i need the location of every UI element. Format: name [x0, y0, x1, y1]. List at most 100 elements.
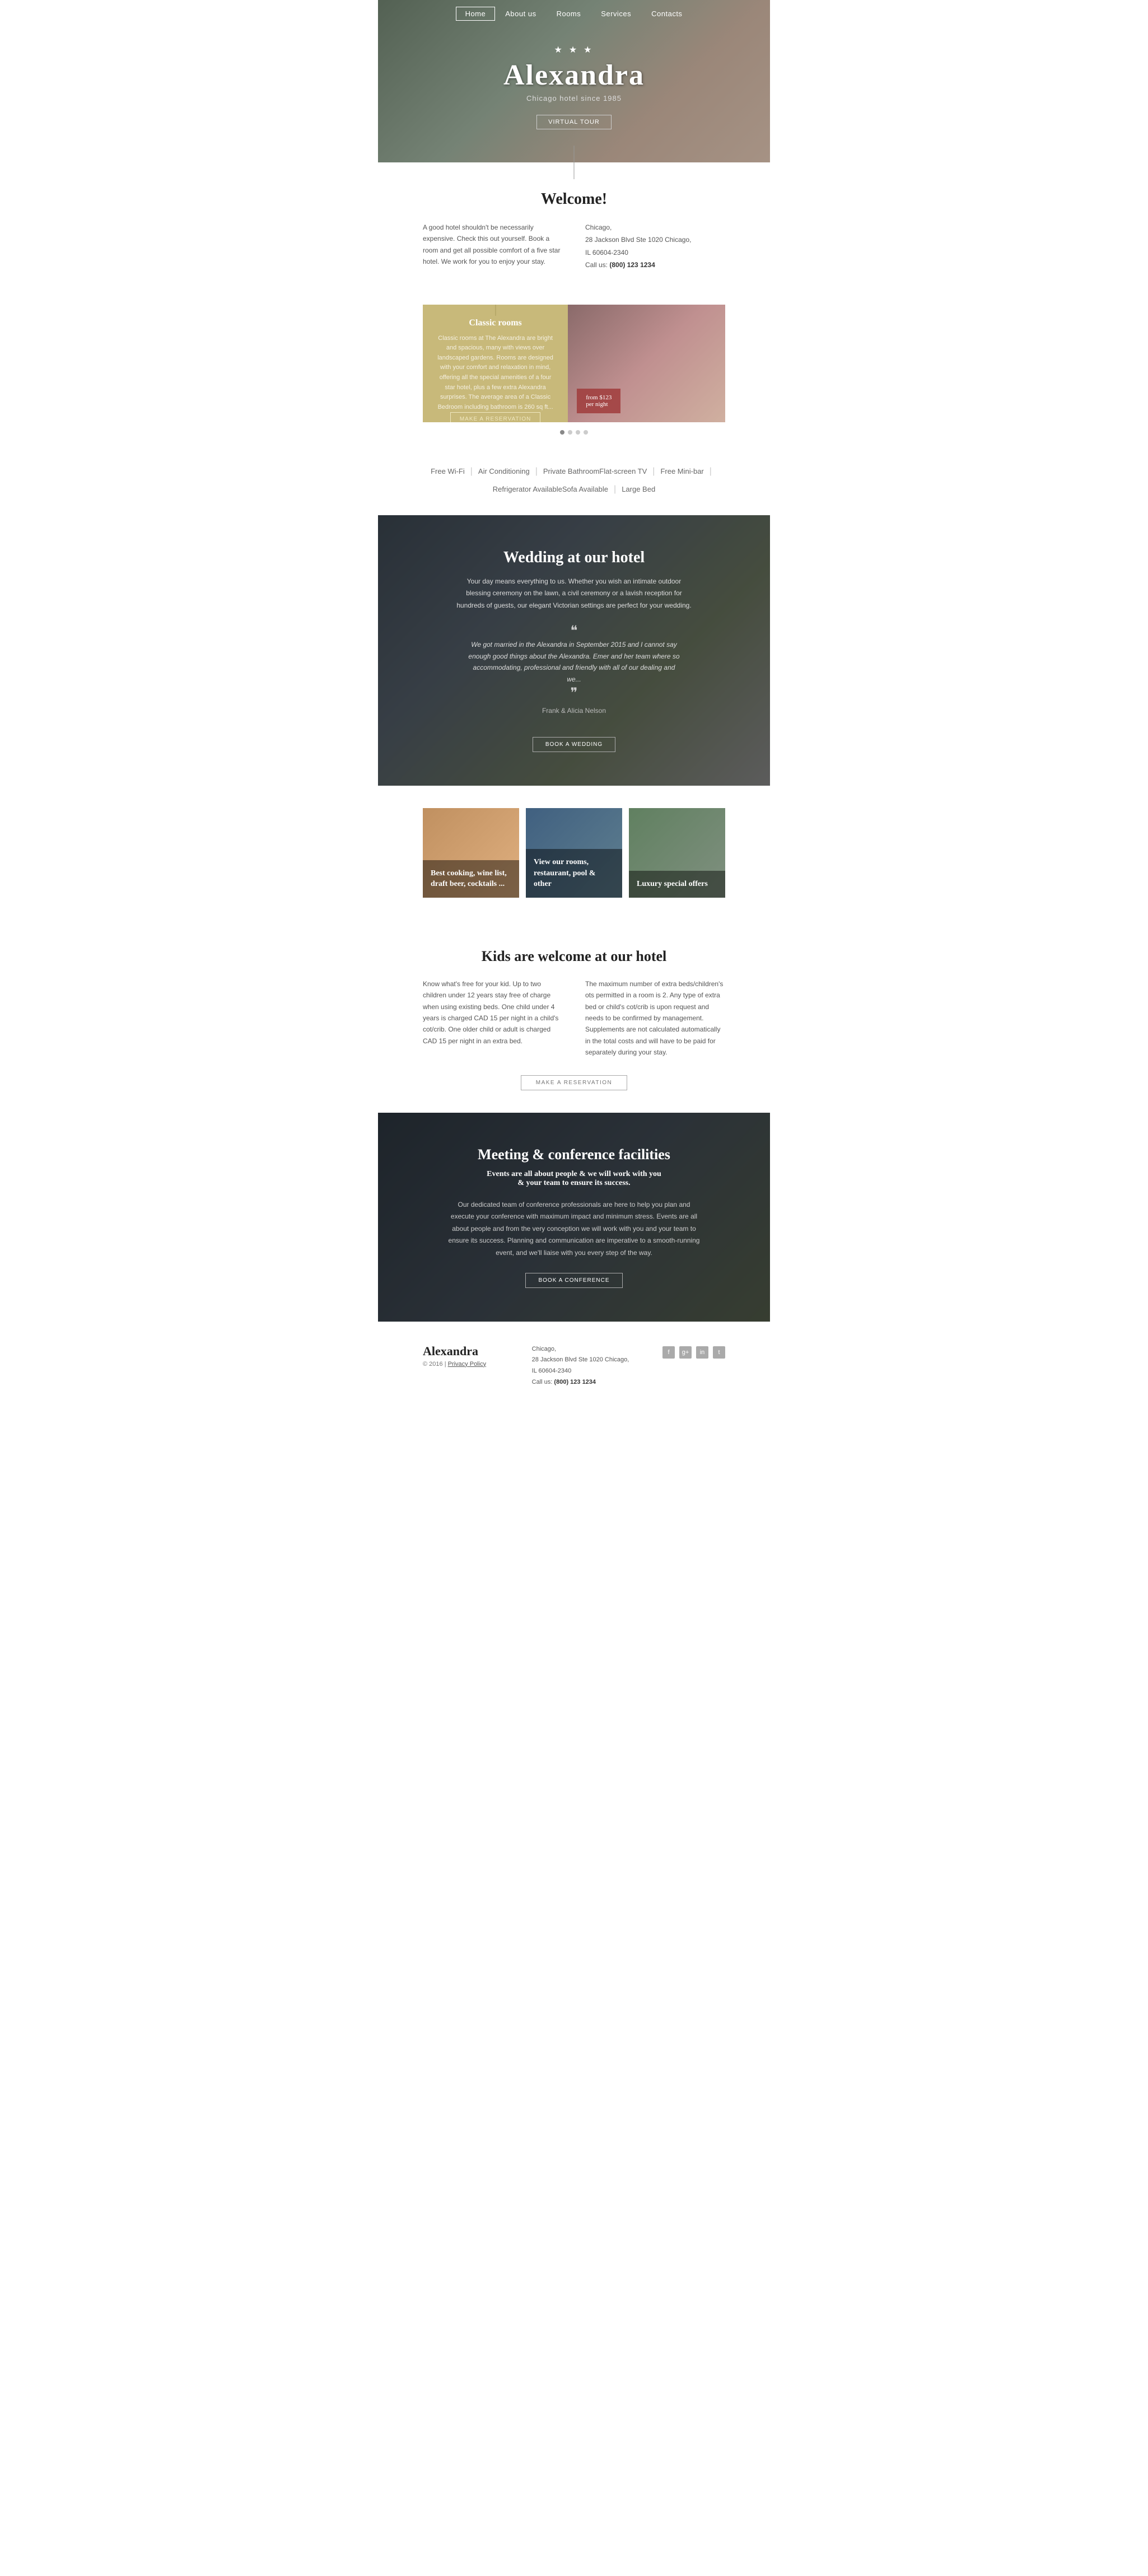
- kids-section: Kids are welcome at our hotel Know what'…: [378, 920, 770, 1113]
- nav-home[interactable]: Home: [456, 7, 496, 21]
- amenity-minibar: Free Mini-bar: [660, 463, 703, 480]
- footer-zip: IL 60604-2340: [532, 1366, 640, 1377]
- amenity-sofa: Sofa Available: [562, 480, 608, 498]
- price-from: from $123: [586, 394, 612, 401]
- social-icons: f g+ in t: [662, 1346, 725, 1359]
- amenity-ac: Air Conditioning: [478, 463, 530, 480]
- dot-1[interactable]: [560, 430, 564, 435]
- nav-about[interactable]: About us: [495, 7, 546, 21]
- kids-text-col-2: The maximum number of extra beds/childre…: [585, 978, 725, 1058]
- virtual-tour-button[interactable]: VIRTUAL TOUR: [536, 115, 612, 129]
- wedding-title: Wedding at our hotel: [445, 549, 703, 567]
- copyright-text: © 2016 |: [423, 1361, 446, 1368]
- amenity-bathroom: Private Bathroom: [543, 463, 599, 480]
- dot-4[interactable]: [584, 430, 588, 435]
- conference-section: Meeting & conference facilities Events a…: [378, 1113, 770, 1322]
- address-phone: Call us: (800) 123 1234: [585, 259, 725, 270]
- welcome-text-col: A good hotel shouldn't be necessarily ex…: [423, 222, 563, 271]
- hotel-name: Alexandra: [503, 59, 645, 92]
- kids-text-col-1: Know what's free for your kid. Up to two…: [423, 978, 563, 1058]
- card-food-title: Best cooking, wine list, draft beer, coc…: [431, 868, 511, 890]
- main-navigation: Home About us Rooms Services Contacts: [378, 0, 770, 27]
- social-icons-col: f g+ in t: [662, 1344, 725, 1359]
- amenity-wifi: Free Wi-Fi: [431, 463, 465, 480]
- wedding-description: Your day means everything to us. Whether…: [456, 576, 692, 612]
- card-rooms-title: View our rooms, restaurant, pool & other: [534, 857, 614, 890]
- welcome-title: Welcome!: [423, 190, 725, 208]
- make-reservation-button[interactable]: MAKE A RESERVATION: [450, 412, 540, 422]
- rooms-section: Classic rooms Classic rooms at The Alexa…: [378, 293, 770, 451]
- googleplus-icon[interactable]: g+: [679, 1346, 692, 1359]
- card-rooms[interactable]: View our rooms, restaurant, pool & other: [526, 808, 622, 898]
- sep-1: |: [465, 463, 478, 480]
- book-wedding-button[interactable]: BOOK A WEDDING: [533, 737, 615, 752]
- footer-call-label: Call us:: [532, 1379, 553, 1385]
- kids-cta: MAKE A RESERVATION: [423, 1058, 725, 1090]
- sep-5: |: [608, 480, 622, 498]
- hero-divider: [574, 146, 575, 162]
- twitter-icon[interactable]: t: [713, 1346, 725, 1359]
- room-info-panel: Classic rooms Classic rooms at The Alexa…: [423, 305, 568, 422]
- room-title: Classic rooms: [469, 318, 521, 328]
- facebook-icon[interactable]: f: [662, 1346, 675, 1359]
- phone-number: (800) 123 1234: [609, 261, 655, 269]
- address-street: 28 Jackson Blvd Ste 1020 Chicago,: [585, 234, 725, 245]
- dot-3[interactable]: [576, 430, 580, 435]
- welcome-address-col: Chicago, 28 Jackson Blvd Ste 1020 Chicag…: [585, 222, 725, 271]
- footer-brand: Alexandra © 2016 | Privacy Policy: [423, 1344, 510, 1368]
- conference-description: Our dedicated team of conference profess…: [445, 1199, 703, 1259]
- quote-open: ❝: [445, 623, 703, 639]
- footer-copyright: © 2016 | Privacy Policy: [423, 1361, 510, 1368]
- footer-phone: (800) 123 1234: [554, 1379, 596, 1385]
- amenity-tv: Flat-screen TV: [599, 463, 647, 480]
- amenity-fridge: Refrigerator Available: [493, 480, 562, 498]
- kids-text-2: The maximum number of extra beds/childre…: [585, 978, 725, 1058]
- wedding-quote: We got married in the Alexandra in Septe…: [468, 639, 680, 685]
- hotel-tagline: Chicago hotel since 1985: [503, 94, 645, 102]
- card-rooms-overlay: View our rooms, restaurant, pool & other: [526, 849, 622, 898]
- nav-contacts[interactable]: Contacts: [641, 7, 692, 21]
- nav-rooms[interactable]: Rooms: [547, 7, 591, 21]
- nav-services[interactable]: Services: [591, 7, 641, 21]
- welcome-section: Welcome! A good hotel shouldn't be neces…: [378, 162, 770, 293]
- kids-title: Kids are welcome at our hotel: [423, 948, 725, 965]
- sep-4: |: [704, 463, 717, 480]
- privacy-policy-link[interactable]: Privacy Policy: [448, 1361, 486, 1368]
- address-zip: IL 60604-2340: [585, 247, 725, 258]
- card-offers-overlay: Luxury special offers: [629, 871, 725, 898]
- linkedin-icon[interactable]: in: [696, 1346, 708, 1359]
- footer: Alexandra © 2016 | Privacy Policy Chicag…: [378, 1322, 770, 1405]
- card-offers-title: Luxury special offers: [637, 879, 717, 890]
- card-offers[interactable]: Luxury special offers: [629, 808, 725, 898]
- conference-subtitle: Events are all about people & we will wo…: [445, 1170, 703, 1188]
- footer-address: Chicago, 28 Jackson Blvd Ste 1020 Chicag…: [532, 1344, 640, 1388]
- welcome-text: A good hotel shouldn't be necessarily ex…: [423, 222, 563, 268]
- amenity-bed: Large Bed: [622, 480, 655, 498]
- dot-2[interactable]: [568, 430, 572, 435]
- kids-columns: Know what's free for your kid. Up to two…: [423, 978, 725, 1058]
- cards-section: Best cooking, wine list, draft beer, coc…: [378, 786, 770, 920]
- price-per: per night: [586, 401, 612, 408]
- hero-content: ★ ★ ★ Alexandra Chicago hotel since 1985…: [503, 44, 645, 129]
- hero-section: Home About us Rooms Services Contacts ★ …: [378, 0, 770, 162]
- footer-logo: Alexandra: [423, 1344, 510, 1359]
- wedding-section: Wedding at our hotel Your day means ever…: [378, 515, 770, 786]
- kids-reservation-button[interactable]: MAKE A RESERVATION: [521, 1075, 627, 1090]
- card-food[interactable]: Best cooking, wine list, draft beer, coc…: [423, 808, 519, 898]
- sep-2: |: [530, 463, 543, 480]
- call-label: Call us:: [585, 261, 608, 269]
- quote-close: ❞: [445, 685, 703, 701]
- footer-street: 28 Jackson Blvd Ste 1020 Chicago,: [532, 1355, 640, 1366]
- footer-city: Chicago,: [532, 1344, 640, 1355]
- room-image: from $123 per night: [568, 305, 725, 422]
- welcome-columns: A good hotel shouldn't be necessarily ex…: [423, 222, 725, 271]
- amenities-list: Free Wi-Fi | Air Conditioning | Private …: [400, 463, 748, 498]
- sep-3: |: [647, 463, 660, 480]
- kids-text-1: Know what's free for your kid. Up to two…: [423, 978, 563, 1047]
- carousel-dots: [423, 430, 725, 435]
- amenities-section: Free Wi-Fi | Air Conditioning | Private …: [378, 451, 770, 515]
- rooms-card: Classic rooms Classic rooms at The Alexa…: [423, 305, 725, 422]
- card-food-overlay: Best cooking, wine list, draft beer, coc…: [423, 860, 519, 898]
- address-city: Chicago,: [585, 222, 725, 233]
- book-conference-button[interactable]: BOOK A CONFERENCE: [525, 1273, 622, 1288]
